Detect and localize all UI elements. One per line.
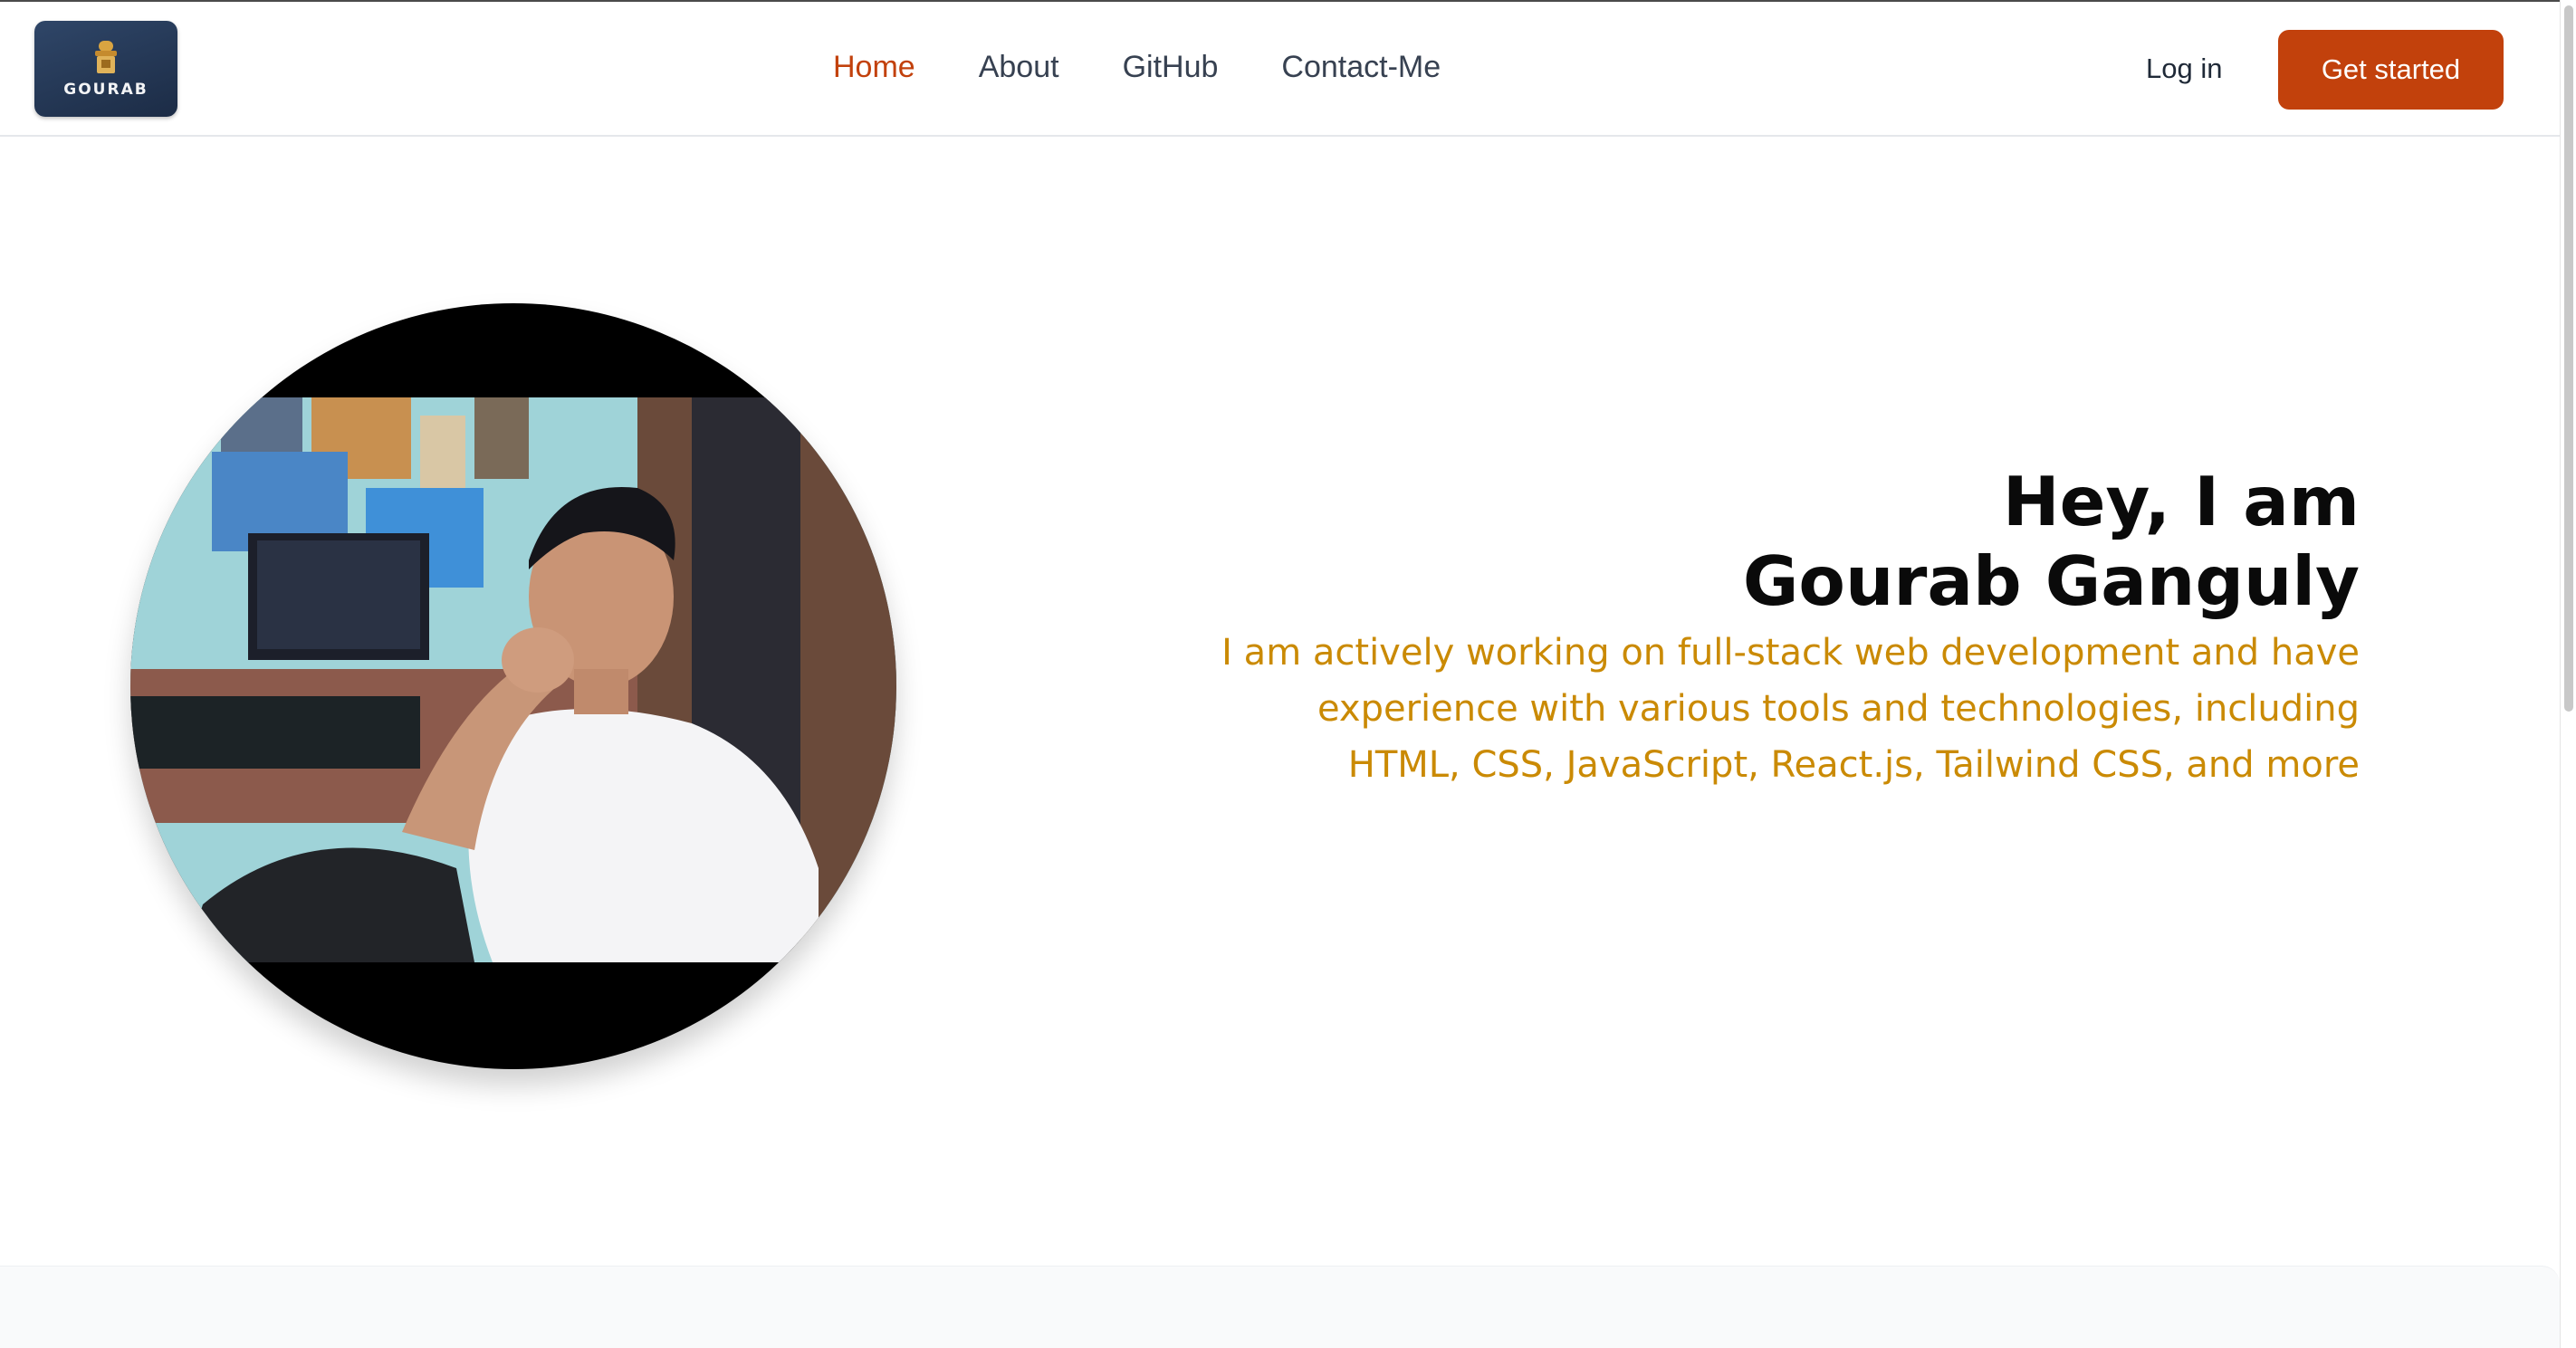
nav-github[interactable]: GitHub: [1123, 47, 1219, 87]
nav-contact-me[interactable]: Contact-Me: [1281, 47, 1441, 87]
hero-title-line2: Gourab Ganguly: [1742, 541, 2360, 621]
hero-subtitle-line2: experience with various tools and techno…: [1317, 688, 2360, 730]
logo-text: GOURAB: [63, 81, 148, 99]
hero-subtitle-line1: I am actively working on full-stack web …: [1221, 632, 2360, 674]
nav-home[interactable]: Home: [833, 47, 915, 87]
hero-subtitle-line3: HTML, CSS, JavaScript, React.js, Tailwin…: [1347, 744, 2360, 786]
login-link[interactable]: Log in: [2146, 51, 2222, 87]
main-nav: Home About GitHub Contact-Me: [833, 47, 1504, 87]
site-header: GOURAB Home About GitHub Contact-Me Log …: [0, 2, 2560, 137]
page-scrollbar[interactable]: [2560, 0, 2576, 1348]
site-logo[interactable]: GOURAB: [34, 21, 177, 117]
scrollbar-thumb[interactable]: [2564, 5, 2573, 712]
profile-avatar: [130, 303, 896, 1069]
get-started-button[interactable]: Get started: [2278, 30, 2504, 110]
hero-text: Hey, I am Gourab Ganguly I am actively w…: [1092, 462, 2360, 793]
hero-title-line1: Hey, I am: [2002, 462, 2360, 541]
logo-mark-icon: [95, 41, 117, 73]
next-section: [0, 1266, 2560, 1348]
hero-subtitle: I am actively working on full-stack web …: [1092, 625, 2360, 793]
hero-section: Hey, I am Gourab Ganguly I am actively w…: [0, 139, 2560, 1267]
profile-photo: [130, 397, 896, 962]
page: GOURAB Home About GitHub Contact-Me Log …: [0, 0, 2576, 1348]
hero-title: Hey, I am Gourab Ganguly: [1092, 462, 2360, 621]
nav-about[interactable]: About: [979, 47, 1059, 87]
